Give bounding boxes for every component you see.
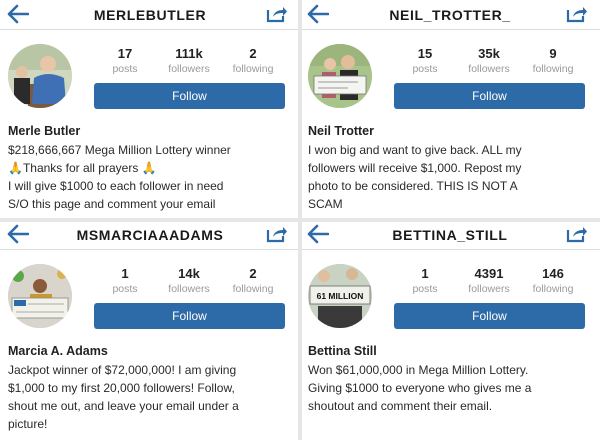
- posts-stat[interactable]: 1 posts: [92, 266, 158, 295]
- horizontal-divider: [0, 218, 600, 222]
- followers-count: 111k: [175, 46, 203, 61]
- following-label: following: [532, 63, 574, 75]
- profile-panel-merlebutler: MERLEBUTLER 17 posts 111k followers 2 follo…: [0, 0, 300, 220]
- followers-stat[interactable]: 4391 followers: [456, 266, 522, 295]
- avatar[interactable]: [308, 44, 372, 108]
- back-arrow-icon[interactable]: [307, 224, 329, 244]
- username-title: NEIL_TROTTER_: [389, 7, 511, 23]
- followers-stat[interactable]: 14k followers: [156, 266, 222, 295]
- profile-bio: I won big and want to give back. ALL my …: [308, 141, 592, 213]
- profile-fullname: Neil Trotter: [308, 124, 374, 138]
- posts-label: posts: [412, 63, 438, 75]
- posts-count: 1: [121, 266, 129, 281]
- profile-stats: 1 posts 14k followers 2 following: [92, 266, 288, 298]
- bio-line: SCAM: [308, 197, 343, 211]
- posts-count: 1: [421, 266, 429, 281]
- profile-panel-msmarciaaadams: MSMARCIAAADAMS 1 posts 14k followers 2 foll…: [0, 220, 300, 440]
- following-count: 2: [249, 266, 257, 281]
- posts-count: 17: [117, 46, 133, 61]
- profile-fullname: Merle Butler: [8, 124, 81, 138]
- posts-stat[interactable]: 17 posts: [92, 46, 158, 75]
- posts-count: 15: [417, 46, 433, 61]
- profile-stats: 1 posts 4391 followers 146 following: [392, 266, 588, 298]
- follow-button[interactable]: Follow: [94, 303, 285, 329]
- bio-line: photo to be considered. THIS IS NOT A: [308, 179, 518, 193]
- following-label: following: [232, 63, 274, 75]
- username-title: BETTINA_STILL: [392, 227, 508, 243]
- username-title: MERLEBUTLER: [93, 7, 207, 23]
- follow-button[interactable]: Follow: [394, 83, 585, 109]
- bio-line: I won big and want to give back. ALL my: [308, 143, 522, 157]
- avatar-photo: [8, 264, 72, 328]
- bio-line: shout me out, and leave your email under…: [8, 399, 239, 413]
- following-label: following: [532, 283, 574, 295]
- following-stat[interactable]: 146 following: [520, 266, 586, 295]
- following-label: following: [232, 283, 274, 295]
- profile-panel-neil-trotter: NEIL_TROTTER_ 15 posts 35k followers 9 foll…: [300, 0, 600, 220]
- profile-bio: Won $61,000,000 in Mega Million Lottery.…: [308, 361, 592, 415]
- profile-panel-bettina-still: BETTINA_STILL 61 MILLION 1 posts 4391 foll…: [300, 220, 600, 440]
- bio-line: $1,000 to my first 20,000 followers! Fol…: [8, 381, 235, 395]
- avatar-check-text: 61 MILLION: [317, 291, 364, 301]
- followers-label: followers: [468, 283, 510, 295]
- avatar[interactable]: [8, 264, 72, 328]
- posts-label: posts: [112, 283, 138, 295]
- follow-button[interactable]: Follow: [394, 303, 585, 329]
- bio-line: S/O this page and comment your email: [8, 197, 216, 211]
- followers-label: followers: [168, 283, 210, 295]
- avatar-photo: 61 MILLION: [308, 264, 372, 328]
- avatar-photo: [308, 44, 372, 108]
- following-stat[interactable]: 9 following: [520, 46, 586, 75]
- profile-fullname: Marcia A. Adams: [8, 344, 108, 358]
- back-arrow-icon[interactable]: [7, 4, 29, 24]
- avatar[interactable]: 61 MILLION: [308, 264, 372, 328]
- following-stat[interactable]: 2 following: [220, 266, 286, 295]
- username-title: MSMARCIAAADAMS: [76, 227, 224, 243]
- bio-line: Jackpot winner of $72,000,000! I am givi…: [8, 363, 237, 377]
- followers-count: 4391: [474, 266, 504, 281]
- followers-stat[interactable]: 111k followers: [156, 46, 222, 75]
- followers-count: 35k: [478, 46, 500, 61]
- bio-line: Giving $1000 to everyone who gives me a: [308, 381, 532, 395]
- profile-fullname: Bettina Still: [308, 344, 377, 358]
- profile-bio: $218,666,667 Mega Million Lottery winner…: [8, 141, 292, 213]
- posts-stat[interactable]: 1 posts: [392, 266, 458, 295]
- bio-line: picture!: [8, 417, 48, 431]
- share-icon[interactable]: [566, 225, 588, 243]
- followers-stat[interactable]: 35k followers: [456, 46, 522, 75]
- share-icon[interactable]: [566, 5, 588, 23]
- followers-label: followers: [168, 63, 210, 75]
- profile-stats: 15 posts 35k followers 9 following: [392, 46, 588, 78]
- share-icon[interactable]: [266, 225, 288, 243]
- posts-stat[interactable]: 15 posts: [392, 46, 458, 75]
- bio-line: shoutout and comment their email.: [308, 399, 493, 413]
- following-count: 146: [542, 266, 564, 281]
- follow-button[interactable]: Follow: [94, 83, 285, 109]
- avatar-photo: [8, 44, 72, 108]
- bio-line: 🙏Thanks for all prayers 🙏: [8, 161, 157, 175]
- back-arrow-icon[interactable]: [7, 224, 29, 244]
- followers-label: followers: [468, 63, 510, 75]
- profile-header: MERLEBUTLER: [0, 0, 300, 30]
- back-arrow-icon[interactable]: [307, 4, 329, 24]
- profile-stats: 17 posts 111k followers 2 following: [92, 46, 288, 78]
- bio-line: I will give $1000 to each follower in ne…: [8, 179, 224, 193]
- bio-line: Won $61,000,000 in Mega Million Lottery.: [308, 363, 529, 377]
- bio-line: followers will receive $1,000. Repost my: [308, 161, 522, 175]
- bio-line: $218,666,667 Mega Million Lottery winner: [8, 143, 231, 157]
- avatar[interactable]: [8, 44, 72, 108]
- profile-bio: Jackpot winner of $72,000,000! I am givi…: [8, 361, 292, 433]
- posts-label: posts: [412, 283, 438, 295]
- profile-grid: MERLEBUTLER 17 posts 111k followers 2 follo…: [0, 0, 600, 440]
- profile-header: NEIL_TROTTER_: [300, 0, 600, 30]
- profile-header: MSMARCIAAADAMS: [0, 220, 300, 250]
- following-count: 9: [549, 46, 557, 61]
- following-stat[interactable]: 2 following: [220, 46, 286, 75]
- share-icon[interactable]: [266, 5, 288, 23]
- followers-count: 14k: [178, 266, 200, 281]
- profile-header: BETTINA_STILL: [300, 220, 600, 250]
- following-count: 2: [249, 46, 257, 61]
- posts-label: posts: [112, 63, 138, 75]
